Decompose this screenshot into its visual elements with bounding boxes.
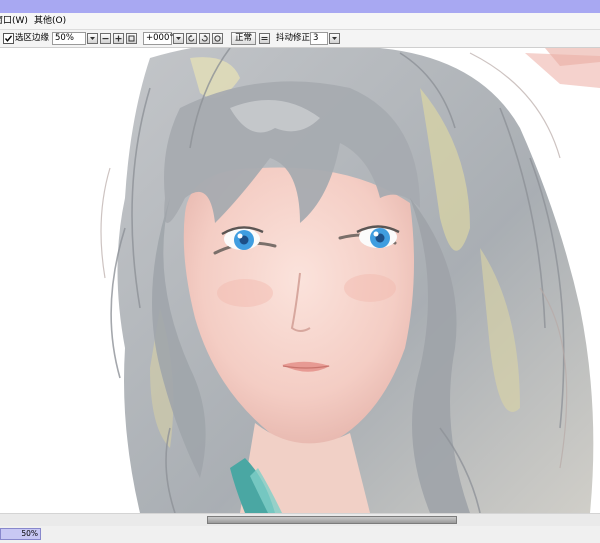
rotate-reset-button[interactable]	[212, 33, 223, 44]
zoom-out-button[interactable]	[100, 33, 111, 44]
drawing-canvas[interactable]	[0, 48, 600, 513]
stabilizer-dropdown-button[interactable]	[329, 33, 340, 44]
selection-edge-checkbox[interactable]	[3, 33, 14, 44]
zoom-reset-button[interactable]	[126, 33, 137, 44]
dropdown-arrow-icon	[176, 37, 181, 40]
selection-edge-label: 选区边缘	[15, 33, 50, 43]
rotate-reset-icon	[214, 35, 221, 42]
zoom-out-icon	[102, 38, 109, 40]
checkmark-icon	[4, 35, 13, 42]
rotate-right-button[interactable]	[199, 33, 210, 44]
dropdown-arrow-icon	[332, 37, 337, 40]
canvas-toolbar: 选区边缘 50% +000° 正常 抖动修正 3	[0, 30, 600, 48]
scrollbar-thumb[interactable]	[207, 516, 457, 524]
rotate-left-button[interactable]	[186, 33, 197, 44]
zoom-in-icon	[115, 35, 122, 42]
view-mode-button[interactable]: 正常	[231, 32, 257, 45]
painting-artwork	[100, 48, 600, 513]
flip-horizontal-button[interactable]	[259, 33, 270, 44]
dropdown-arrow-icon	[90, 37, 95, 40]
stabilizer-select[interactable]: 3	[310, 32, 328, 45]
zoom-in-button[interactable]	[113, 33, 124, 44]
zoom-dropdown-button[interactable]	[87, 33, 98, 44]
rotation-dropdown-button[interactable]	[173, 33, 184, 44]
zoom-indicator: 50%	[0, 528, 41, 540]
zoom-reset-icon	[128, 35, 135, 42]
stabilizer-label: 抖动修正	[276, 33, 311, 43]
flip-icon	[261, 37, 268, 40]
title-bar	[0, 0, 600, 13]
zoom-select[interactable]: 50%	[52, 32, 86, 45]
menu-other[interactable]: 其他(O)	[34, 15, 66, 27]
rotate-right-icon	[201, 34, 208, 42]
status-bar: 50%	[0, 526, 600, 543]
rotate-left-icon	[188, 34, 195, 42]
horizontal-scrollbar[interactable]	[0, 513, 600, 526]
menu-window[interactable]: 窗口(W)	[0, 15, 28, 27]
rotation-select[interactable]: +000°	[143, 32, 174, 45]
menu-bar: 窗口(W) 其他(O)	[0, 13, 600, 30]
